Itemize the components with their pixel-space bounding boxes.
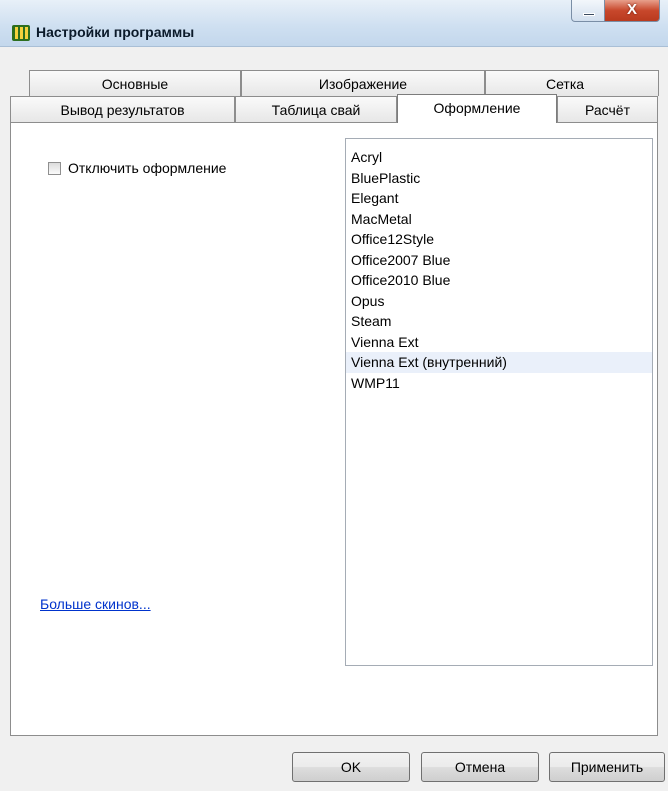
minimize-button[interactable]	[571, 0, 605, 22]
tab-label: Сетка	[546, 76, 585, 92]
tab-appearance[interactable]: Оформление	[397, 94, 557, 123]
list-item[interactable]: Opus	[346, 291, 652, 312]
list-item[interactable]: WMP11	[346, 373, 652, 394]
list-item[interactable]: Vienna Ext	[346, 332, 652, 353]
cancel-button[interactable]: Отмена	[421, 752, 539, 782]
more-skins-link[interactable]: Больше скинов...	[40, 596, 151, 612]
minimize-icon	[583, 13, 595, 16]
disable-appearance-option[interactable]: Отключить оформление	[48, 160, 226, 176]
tab-grid[interactable]: Сетка	[485, 70, 659, 96]
tab-basic[interactable]: Основные	[29, 70, 241, 96]
list-item[interactable]: Steam	[346, 311, 652, 332]
ok-button[interactable]: OK	[292, 752, 410, 782]
list-item[interactable]: MacMetal	[346, 209, 652, 230]
list-item[interactable]: BluePlastic	[346, 168, 652, 189]
app-icon	[12, 25, 30, 41]
tab-label: Таблица свай	[271, 102, 361, 118]
tab-label: Оформление	[433, 100, 521, 116]
tab-calculation[interactable]: Расчёт	[557, 96, 658, 122]
tab-label: Вывод результатов	[60, 102, 185, 118]
list-item[interactable]: Elegant	[346, 188, 652, 209]
tab-label: Расчёт	[585, 102, 630, 118]
skins-listbox[interactable]: Acryl BluePlastic Elegant MacMetal Offic…	[345, 138, 653, 666]
window-title: Настройки программы	[36, 24, 195, 40]
appearance-panel: Отключить оформление Acryl BluePlastic E…	[10, 122, 658, 736]
tab-piles-table[interactable]: Таблица свай	[235, 96, 397, 122]
tab-label: Изображение	[318, 76, 408, 92]
title-bar[interactable]: Настройки программы X	[0, 0, 668, 47]
disable-appearance-label: Отключить оформление	[68, 160, 227, 176]
tab-image[interactable]: Изображение	[241, 70, 485, 96]
list-item[interactable]: Acryl	[346, 147, 652, 168]
tab-label: Основные	[101, 76, 169, 92]
list-item-selected[interactable]: Vienna Ext (внутренний)	[346, 352, 652, 373]
disable-appearance-checkbox[interactable]	[48, 161, 61, 175]
list-item[interactable]: Office2010 Blue	[346, 270, 652, 291]
apply-button[interactable]: Применить	[549, 752, 665, 782]
close-icon: X	[626, 1, 637, 18]
list-item[interactable]: Office2007 Blue	[346, 250, 652, 271]
close-button[interactable]: X	[604, 0, 660, 22]
list-item[interactable]: Office12Style	[346, 229, 652, 250]
tab-output-results[interactable]: Вывод результатов	[10, 96, 235, 122]
